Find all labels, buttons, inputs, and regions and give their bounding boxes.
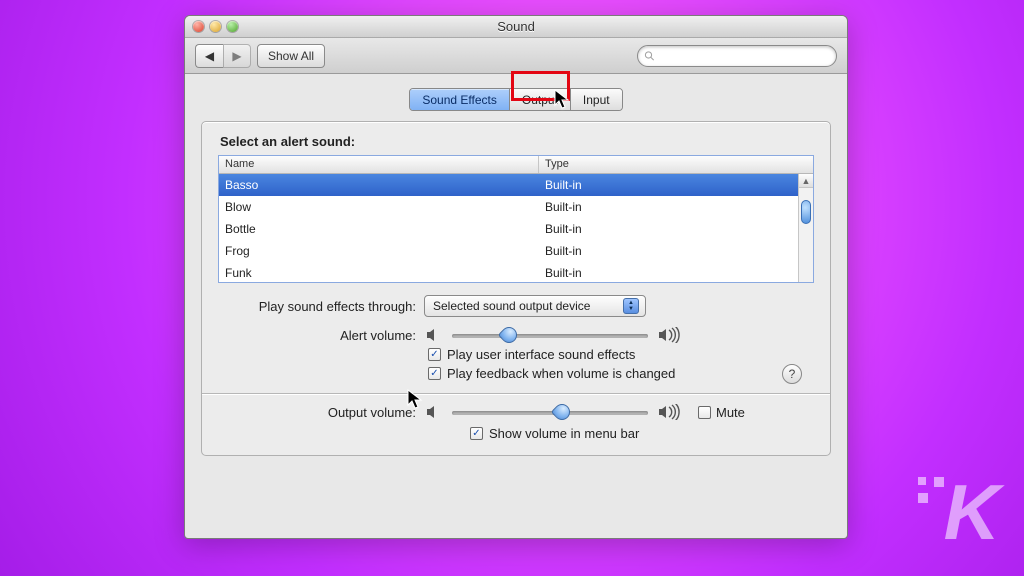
- mute-checkbox[interactable]: ✓: [698, 406, 711, 419]
- effects-through-value: Selected sound output device: [433, 299, 590, 313]
- list-rows: Basso Built-in Blow Built-in Bottle Buil…: [219, 174, 813, 282]
- watermark-logo: K: [944, 467, 996, 558]
- speaker-high-icon: [658, 404, 680, 420]
- nav-buttons: ◀ ▶: [195, 44, 251, 68]
- list-item[interactable]: Blow Built-in: [219, 196, 813, 218]
- scrollbar[interactable]: ▲: [798, 174, 813, 282]
- ui-sounds-label: Play user interface sound effects: [447, 347, 635, 362]
- search-icon: [644, 50, 655, 62]
- output-volume-label: Output volume:: [218, 405, 416, 420]
- alert-volume-slider[interactable]: [452, 327, 648, 343]
- show-in-menubar-label: Show volume in menu bar: [489, 426, 639, 441]
- sound-preferences-window: Sound ◀ ▶ Show All Sound Effects Output …: [184, 15, 848, 539]
- divider: [202, 393, 830, 394]
- tab-input[interactable]: Input: [571, 89, 622, 110]
- speaker-high-icon: [658, 327, 680, 343]
- list-item[interactable]: Basso Built-in: [219, 174, 813, 196]
- search-input[interactable]: [659, 49, 836, 63]
- chevron-left-icon: ◀: [205, 49, 214, 63]
- alert-sound-label: Select an alert sound:: [220, 134, 814, 149]
- list-header: Name Type: [219, 156, 813, 174]
- help-button[interactable]: ?: [782, 364, 802, 384]
- alert-sound-list[interactable]: Name Type Basso Built-in Blow Built-in B…: [218, 155, 814, 283]
- slider-thumb[interactable]: [498, 324, 521, 347]
- list-item[interactable]: Funk Built-in: [219, 262, 813, 282]
- toolbar: ◀ ▶ Show All: [185, 38, 847, 74]
- speaker-low-icon: [426, 328, 442, 342]
- select-stepper-icon: ▲▼: [623, 298, 639, 314]
- scroll-up-icon[interactable]: ▲: [799, 174, 813, 188]
- tab-sound-effects[interactable]: Sound Effects: [410, 89, 510, 110]
- slider-thumb[interactable]: [551, 401, 574, 424]
- effects-through-label: Play sound effects through:: [218, 299, 416, 314]
- scroll-thumb[interactable]: [801, 200, 811, 224]
- col-type[interactable]: Type: [539, 156, 813, 173]
- content-area: Sound Effects Output Input Select an ale…: [185, 74, 847, 456]
- feedback-label: Play feedback when volume is changed: [447, 366, 675, 381]
- list-item[interactable]: Frog Built-in: [219, 240, 813, 262]
- chevron-right-icon: ▶: [232, 49, 241, 63]
- tab-output[interactable]: Output: [510, 89, 571, 110]
- col-name[interactable]: Name: [219, 156, 539, 173]
- forward-button[interactable]: ▶: [223, 44, 251, 68]
- slider-track: [452, 334, 648, 338]
- titlebar[interactable]: Sound: [185, 16, 847, 38]
- window-title: Sound: [185, 19, 847, 34]
- alert-volume-label: Alert volume:: [218, 328, 416, 343]
- list-item[interactable]: Bottle Built-in: [219, 218, 813, 240]
- sound-effects-panel: Select an alert sound: Name Type Basso B…: [201, 121, 831, 456]
- back-button[interactable]: ◀: [195, 44, 223, 68]
- show-in-menubar-checkbox[interactable]: ✓: [470, 427, 483, 440]
- search-field[interactable]: [637, 45, 837, 67]
- effects-through-select[interactable]: Selected sound output device ▲▼: [424, 295, 646, 317]
- ui-sounds-checkbox[interactable]: ✓: [428, 348, 441, 361]
- slider-track: [452, 411, 648, 415]
- tab-bar: Sound Effects Output Input: [409, 88, 622, 111]
- feedback-checkbox[interactable]: ✓: [428, 367, 441, 380]
- speaker-low-icon: [426, 405, 442, 419]
- output-volume-slider[interactable]: [452, 404, 648, 420]
- mute-label: Mute: [716, 405, 745, 420]
- show-all-button[interactable]: Show All: [257, 44, 325, 68]
